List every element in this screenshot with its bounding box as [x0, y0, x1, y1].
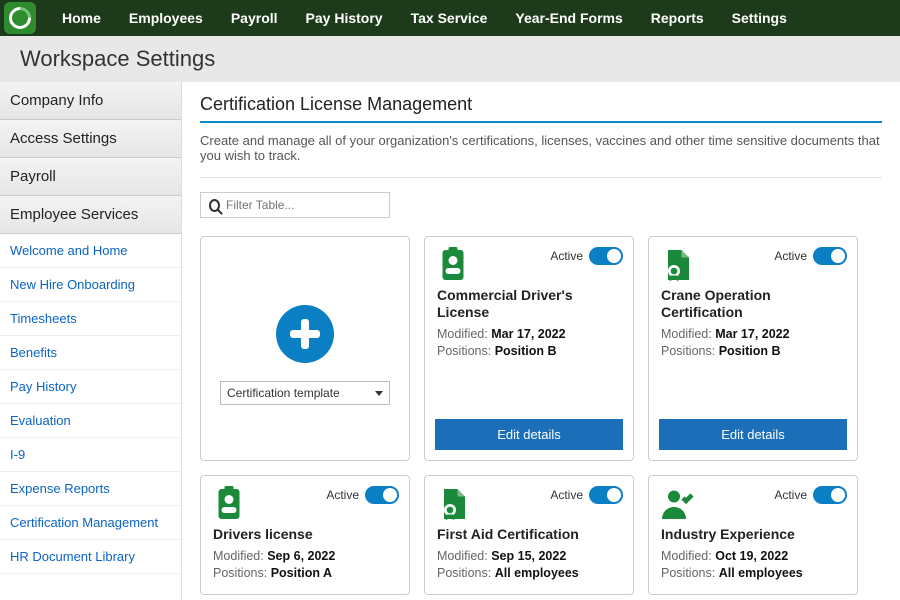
- active-toggle[interactable]: [813, 247, 847, 265]
- active-label: Active: [774, 249, 807, 263]
- nav-reports[interactable]: Reports: [637, 0, 718, 36]
- badge-icon: [211, 486, 247, 522]
- cert-card: Active First Aid Certification Modified:…: [424, 475, 634, 595]
- active-toggle[interactable]: [589, 486, 623, 504]
- active-toggle[interactable]: [813, 486, 847, 504]
- active-label: Active: [550, 488, 583, 502]
- filter-box: [200, 192, 390, 218]
- divider: [200, 177, 882, 178]
- sidebar-item-i9[interactable]: I-9: [0, 438, 181, 472]
- nav-year-end[interactable]: Year-End Forms: [501, 0, 636, 36]
- modified-value: Mar 17, 2022: [491, 327, 565, 341]
- sidebar-section-company-info[interactable]: Company Info: [0, 82, 181, 120]
- cert-title: Crane Operation Certification: [661, 287, 845, 321]
- positions-value: All employees: [495, 566, 579, 580]
- filter-input[interactable]: [226, 198, 381, 212]
- sidebar-item-certification-management[interactable]: Certification Management: [0, 506, 181, 540]
- cert-card: Active Drivers license Modified: Sep 6, …: [200, 475, 410, 595]
- positions-label: Positions:: [437, 566, 491, 580]
- sidebar-section-access-settings[interactable]: Access Settings: [0, 120, 181, 158]
- nav-employees[interactable]: Employees: [115, 0, 217, 36]
- modified-label: Modified:: [213, 549, 264, 563]
- positions-label: Positions:: [213, 566, 267, 580]
- positions-value: Position B: [719, 344, 781, 358]
- cert-title: Industry Experience: [661, 526, 845, 543]
- cert-title: First Aid Certification: [437, 526, 621, 543]
- modified-value: Sep 15, 2022: [491, 549, 566, 563]
- modified-label: Modified:: [661, 549, 712, 563]
- positions-label: Positions:: [661, 344, 715, 358]
- card-grid: Certification template Active Commercial…: [200, 236, 882, 595]
- positions-label: Positions:: [661, 566, 715, 580]
- nav-tax-service[interactable]: Tax Service: [397, 0, 502, 36]
- sidebar-item-timesheets[interactable]: Timesheets: [0, 302, 181, 336]
- sidebar-item-evaluation[interactable]: Evaluation: [0, 404, 181, 438]
- modified-value: Oct 19, 2022: [715, 549, 788, 563]
- main-description: Create and manage all of your organizati…: [200, 133, 882, 163]
- search-icon: [209, 199, 220, 212]
- sidebar-item-hr-doc-library[interactable]: HR Document Library: [0, 540, 181, 574]
- add-certification-card: Certification template: [200, 236, 410, 461]
- cert-title: Commercial Driver's License: [437, 287, 621, 321]
- nav-settings[interactable]: Settings: [718, 0, 801, 36]
- certificate-icon: [435, 486, 471, 522]
- nav-pay-history[interactable]: Pay History: [292, 0, 397, 36]
- person-check-icon: [659, 486, 695, 522]
- top-nav: Home Employees Payroll Pay History Tax S…: [0, 0, 900, 36]
- cert-card: Active Industry Experience Modified: Oct…: [648, 475, 858, 595]
- active-toggle[interactable]: [365, 486, 399, 504]
- active-label: Active: [774, 488, 807, 502]
- active-label: Active: [326, 488, 359, 502]
- page-title: Workspace Settings: [20, 46, 880, 72]
- nav-home[interactable]: Home: [48, 0, 115, 36]
- sidebar: Company Info Access Settings Payroll Emp…: [0, 82, 182, 600]
- template-select[interactable]: Certification template: [220, 381, 390, 405]
- cert-title: Drivers license: [213, 526, 397, 543]
- sidebar-item-benefits[interactable]: Benefits: [0, 336, 181, 370]
- chevron-down-icon: [375, 391, 383, 396]
- certificate-icon: [659, 247, 695, 283]
- positions-value: Position A: [271, 566, 332, 580]
- active-toggle[interactable]: [589, 247, 623, 265]
- modified-label: Modified:: [661, 327, 712, 341]
- modified-value: Mar 17, 2022: [715, 327, 789, 341]
- main-heading: Certification License Management: [200, 94, 882, 123]
- sidebar-section-employee-services[interactable]: Employee Services: [0, 196, 181, 234]
- active-label: Active: [550, 249, 583, 263]
- page-title-bar: Workspace Settings: [0, 36, 900, 82]
- main-content: Certification License Management Create …: [182, 82, 900, 600]
- modified-label: Modified:: [437, 549, 488, 563]
- cert-card: Active Commercial Driver's License Modif…: [424, 236, 634, 461]
- add-icon[interactable]: [276, 305, 334, 363]
- positions-label: Positions:: [437, 344, 491, 358]
- cert-card: Active Crane Operation Certification Mod…: [648, 236, 858, 461]
- sidebar-item-expense-reports[interactable]: Expense Reports: [0, 472, 181, 506]
- edit-button[interactable]: Edit details: [659, 419, 847, 450]
- modified-value: Sep 6, 2022: [267, 549, 335, 563]
- modified-label: Modified:: [437, 327, 488, 341]
- sidebar-item-welcome[interactable]: Welcome and Home: [0, 234, 181, 268]
- nav-payroll[interactable]: Payroll: [217, 0, 292, 36]
- sidebar-item-onboarding[interactable]: New Hire Onboarding: [0, 268, 181, 302]
- positions-value: Position B: [495, 344, 557, 358]
- positions-value: All employees: [719, 566, 803, 580]
- sidebar-section-payroll[interactable]: Payroll: [0, 158, 181, 196]
- template-select-label: Certification template: [227, 386, 340, 400]
- edit-button[interactable]: Edit details: [435, 419, 623, 450]
- app-logo: [4, 2, 36, 34]
- badge-icon: [435, 247, 471, 283]
- sidebar-item-pay-history[interactable]: Pay History: [0, 370, 181, 404]
